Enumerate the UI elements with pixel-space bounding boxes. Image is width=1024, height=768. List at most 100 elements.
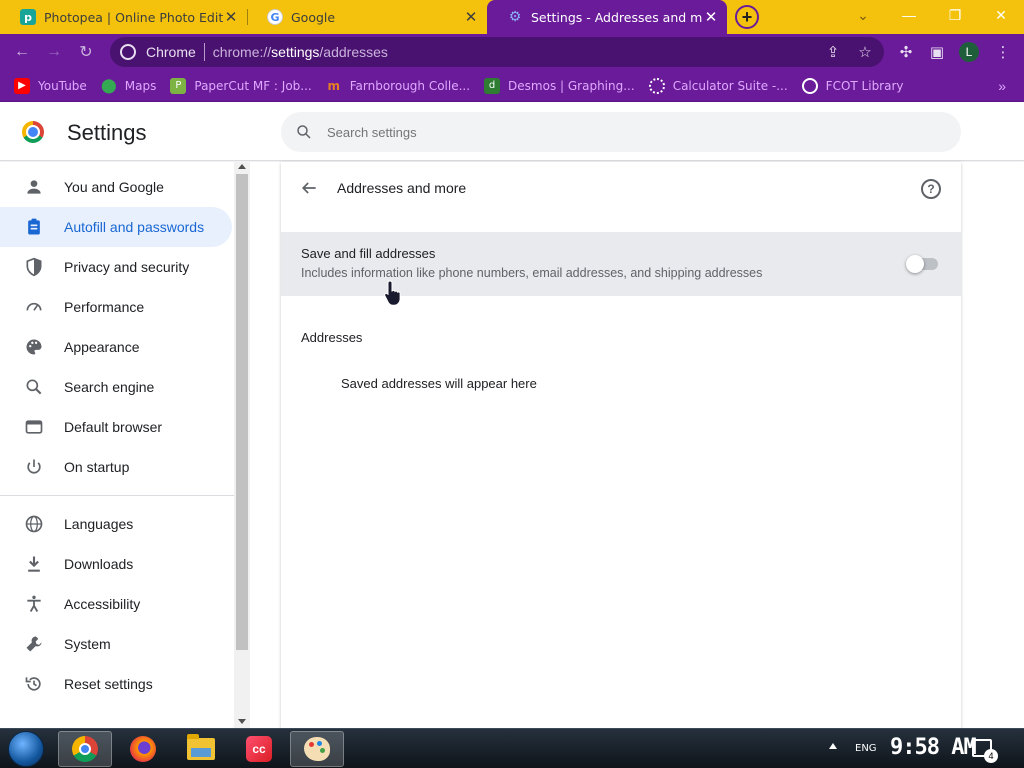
tab-settings[interactable]: ⚙ Settings - Addresses and more ✕	[487, 0, 727, 34]
wrench-icon	[26, 636, 42, 652]
minimize-button[interactable]: —	[886, 0, 932, 30]
speedometer-icon	[26, 302, 42, 311]
card-header: Addresses and more ?	[281, 162, 961, 214]
help-icon[interactable]: ?	[921, 179, 941, 199]
sidebar-item-label: Performance	[64, 299, 145, 315]
globe-icon	[25, 515, 43, 533]
taskbar-firefox[interactable]	[116, 731, 170, 767]
sidebar-item-on-startup[interactable]: On startup	[0, 447, 232, 487]
sidebar-item-languages[interactable]: Languages	[0, 504, 232, 544]
bookmark-maps[interactable]: ⬤ Maps	[101, 78, 157, 94]
card-title: Addresses and more	[337, 180, 467, 196]
sidebar-divider	[0, 495, 234, 496]
accessibility-icon	[27, 595, 41, 612]
scroll-down-icon[interactable]	[238, 719, 246, 724]
new-tab-button[interactable]: +	[735, 5, 759, 29]
taskbar-file-explorer[interactable]	[174, 731, 228, 767]
download-icon	[28, 556, 40, 572]
addresses-section-title: Addresses	[301, 330, 363, 345]
restore-button[interactable]: ❐	[932, 0, 978, 30]
scroll-up-icon[interactable]	[238, 164, 246, 169]
omnibox-divider	[203, 43, 205, 61]
tab-photopea[interactable]: p Photopea | Online Photo Editor ✕	[0, 0, 247, 34]
chrome-logo-icon	[22, 121, 44, 143]
taskbar-paint[interactable]	[290, 731, 344, 767]
sidebar-item-reset[interactable]: Reset settings	[0, 664, 232, 704]
show-hidden-icons-icon[interactable]	[829, 743, 837, 749]
sidebar-item-label: Downloads	[64, 556, 134, 572]
side-panel-icon[interactable]: ▣	[928, 43, 946, 61]
back-arrow-icon[interactable]	[299, 178, 319, 198]
close-icon[interactable]: ✕	[463, 8, 479, 26]
sidebar-item-autofill[interactable]: Autofill and passwords	[0, 207, 232, 247]
tab-google[interactable]: G Google ✕	[247, 0, 487, 34]
sidebar-item-search-engine[interactable]: Search engine	[0, 367, 232, 407]
sidebar-item-privacy[interactable]: Privacy and security	[0, 247, 232, 287]
settings-gear-icon: ⚙	[508, 9, 522, 25]
notification-count: 4	[984, 749, 998, 763]
sidebar-item-accessibility[interactable]: Accessibility	[0, 584, 232, 624]
bookmark-label: YouTube	[38, 78, 87, 93]
bookmark-star-icon[interactable]: ☆	[856, 43, 874, 61]
back-button[interactable]: ←	[10, 40, 34, 64]
desmos-icon: d	[484, 77, 501, 94]
bookmark-label: PaperCut MF : Job...	[194, 78, 312, 93]
sidebar-item-label: Appearance	[64, 339, 140, 355]
clock[interactable]: 9:58 AM	[890, 735, 977, 760]
photopea-icon: p	[20, 9, 36, 25]
bookmark-calculator[interactable]: Calculator Suite -...	[648, 77, 788, 94]
sidebar-item-downloads[interactable]: Downloads	[0, 544, 232, 584]
menu-icon[interactable]: ⋮	[994, 43, 1012, 61]
forward-button[interactable]: →	[42, 40, 66, 64]
share-icon[interactable]: ⇪	[824, 43, 842, 61]
close-icon[interactable]: ✕	[223, 8, 239, 26]
omnibox-chip: Chrome	[146, 44, 196, 60]
chrome-icon	[72, 736, 98, 762]
sidebar-item-you-and-google[interactable]: You and Google	[0, 167, 232, 207]
sidebar-item-label: Reset settings	[64, 676, 153, 692]
extensions-icon[interactable]: ✣	[897, 43, 915, 61]
bookmark-label: Calculator Suite -...	[672, 78, 788, 93]
search-settings-box[interactable]	[281, 112, 961, 152]
globe-icon	[801, 77, 818, 94]
sidebar-item-default-browser[interactable]: Default browser	[0, 407, 232, 447]
close-icon[interactable]: ✕	[703, 8, 719, 26]
search-input[interactable]	[327, 124, 887, 140]
sidebar-item-performance[interactable]: Performance	[0, 287, 232, 327]
bookmark-label: Farnborough Colle...	[349, 78, 471, 93]
chrome-site-icon[interactable]	[120, 44, 136, 60]
tab-title: Photopea | Online Photo Editor	[44, 9, 223, 25]
save-fill-addresses-toggle[interactable]	[906, 255, 938, 273]
tab-search-icon[interactable]: ⌄	[840, 0, 886, 30]
close-window-button[interactable]: ✕	[978, 0, 1024, 30]
browser-icon	[25, 420, 43, 434]
toggle-description: Includes information like phone numbers,…	[301, 266, 763, 280]
scrollbar-thumb[interactable]	[236, 174, 248, 650]
reload-button[interactable]: ↻	[74, 40, 98, 64]
search-icon	[26, 379, 42, 395]
sidebar-item-label: You and Google	[64, 179, 164, 195]
bookmark-desmos[interactable]: d Desmos | Graphing...	[484, 77, 635, 94]
start-button[interactable]	[8, 731, 44, 767]
sidebar-item-appearance[interactable]: Appearance	[0, 327, 232, 367]
bookmark-fcot-library[interactable]: FCOT Library	[801, 77, 904, 94]
bookmark-farnborough[interactable]: m Farnborough Colle...	[326, 78, 470, 94]
bookmark-papercut[interactable]: P PaperCut MF : Job...	[170, 77, 312, 94]
omnibox-url: chrome://settings/addresses	[212, 44, 388, 60]
calculator-icon	[648, 77, 665, 94]
taskbar-chrome[interactable]	[58, 731, 112, 767]
sidebar-item-label: Search engine	[64, 379, 155, 395]
sidebar-item-system[interactable]: System	[0, 624, 232, 664]
address-bar[interactable]: Chrome chrome://settings/addresses	[110, 37, 884, 67]
taskbar-creative-cloud[interactable]: cc	[232, 731, 286, 767]
paint-palette-icon	[304, 737, 330, 761]
bookmark-label: Maps	[124, 78, 157, 93]
notification-icon[interactable]: 4	[972, 739, 998, 763]
bookmarks-overflow-icon[interactable]: »	[998, 78, 1006, 94]
language-indicator[interactable]: ENG	[855, 743, 877, 754]
bookmarks-bar: ▶ YouTube ⬤ Maps P PaperCut MF : Job... …	[0, 70, 1024, 102]
bookmark-youtube[interactable]: ▶ YouTube	[14, 77, 87, 94]
sidebar-scrollbar[interactable]	[234, 162, 250, 728]
tab-title: Settings - Addresses and more	[531, 9, 703, 25]
profile-avatar[interactable]: L	[959, 42, 979, 62]
